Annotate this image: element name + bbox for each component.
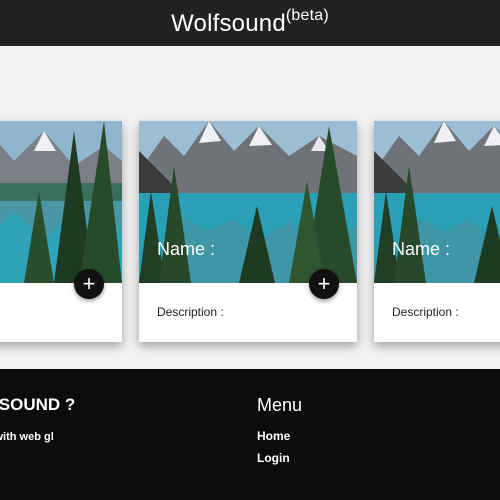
footer-menu-title: Menu xyxy=(257,395,303,415)
add-button[interactable]: + xyxy=(309,269,339,299)
card-image xyxy=(0,121,122,283)
menu-link-login[interactable]: Login xyxy=(257,451,290,465)
card-name-label: Name : xyxy=(392,239,451,259)
card-name-label: Name : xyxy=(157,239,216,259)
plus-icon: + xyxy=(82,271,96,296)
footer-about-title: LFSOUND ? xyxy=(0,395,76,414)
footer-menu: Home Login xyxy=(257,427,290,471)
top-app-bar: Wolfsound(beta) xyxy=(0,0,500,46)
footer: LFSOUND ? nd with web gl Menu Home Login xyxy=(0,369,500,500)
sound-card[interactable]: + xyxy=(0,121,122,342)
card-description: Description : xyxy=(157,305,224,319)
page: Wolfsound(beta) + Name: + Description:… xyxy=(0,0,500,500)
brand-name: Wolfsound xyxy=(171,9,286,37)
brand-title[interactable]: Wolfsound(beta) xyxy=(171,6,329,38)
card-image: Name : xyxy=(374,121,500,283)
card-description: Description : xyxy=(392,305,459,319)
footer-about-text: nd with web gl xyxy=(0,431,54,443)
sound-card[interactable]: Name : + Description : xyxy=(374,121,500,342)
sound-card[interactable]: Name : + Description : xyxy=(139,121,357,342)
lake-landscape-image xyxy=(0,121,122,283)
plus-icon: + xyxy=(317,271,331,296)
menu-link-home[interactable]: Home xyxy=(257,429,290,443)
card-image: Name : xyxy=(139,121,357,283)
cards-carousel: + Name: + Description: Name: Descript… xyxy=(0,46,500,369)
add-button[interactable]: + xyxy=(74,269,104,299)
brand-beta-tag: (beta) xyxy=(285,6,329,24)
